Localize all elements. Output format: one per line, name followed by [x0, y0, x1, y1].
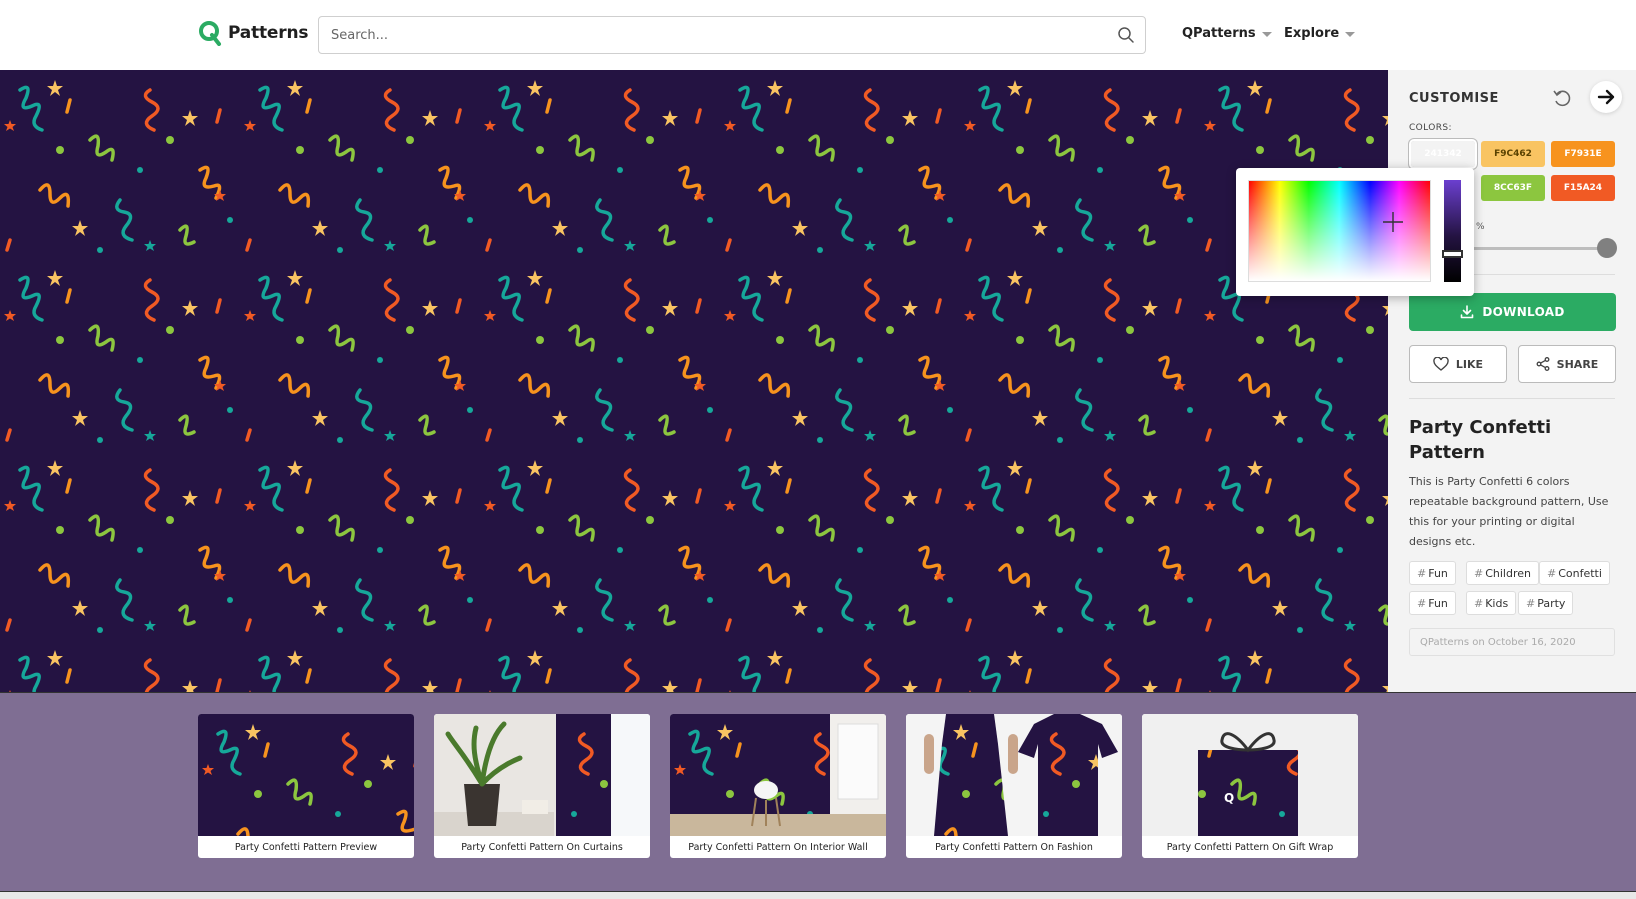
divider	[1409, 398, 1615, 399]
swatch-hex: F15A24	[1563, 183, 1603, 193]
search-input[interactable]	[331, 17, 1091, 53]
share-icon	[1536, 357, 1550, 371]
mockup-caption: Party Confetti Pattern On Fashion	[935, 841, 1093, 853]
hue-slider[interactable]	[1442, 180, 1463, 282]
site-logo[interactable]: Patterns	[198, 20, 308, 46]
tag-label: Fun	[1428, 566, 1448, 580]
search-icon[interactable]	[1117, 26, 1135, 44]
mockup-image	[670, 714, 886, 836]
logo-q-icon	[199, 21, 221, 46]
confetti-pattern-canvas	[0, 70, 1388, 692]
mockup-card-curtains[interactable]: Party Confetti Pattern On Curtains	[434, 714, 650, 858]
next-pattern-button[interactable]	[1590, 81, 1622, 113]
scale-label: %	[1476, 222, 1485, 232]
tag-fun[interactable]: # Fun	[1409, 561, 1456, 585]
top-header: Patterns QPatterns Explore	[0, 0, 1636, 70]
pattern-title: Party Confetti Pattern	[1409, 417, 1552, 463]
share-label: SHARE	[1556, 357, 1599, 371]
search-box	[318, 16, 1146, 54]
tag-label: Kids	[1485, 596, 1509, 610]
mockup-caption: Party Confetti Pattern On Curtains	[461, 841, 623, 853]
hue-slider-handle[interactable]	[1442, 250, 1463, 258]
mockup-image	[906, 714, 1122, 836]
chevron-down-icon	[1345, 32, 1356, 37]
tag-confetti[interactable]: # Confetti	[1539, 561, 1610, 585]
nav-qpatterns[interactable]: QPatterns	[1182, 26, 1272, 41]
mockup-card-interior-wall[interactable]: Party Confetti Pattern On Interior Wall	[670, 714, 886, 858]
nav-qpatterns-label: QPatterns	[1182, 26, 1256, 41]
mockup-card-preview[interactable]: Party Confetti Pattern Preview	[198, 714, 414, 858]
tag-label: Confetti	[1558, 566, 1602, 580]
undo-icon[interactable]	[1550, 86, 1574, 110]
swatch-hex: 8CC63F	[1493, 183, 1533, 193]
tag-label: Party	[1537, 596, 1566, 610]
tag-children[interactable]: # Children	[1466, 561, 1539, 585]
nav-explore-label: Explore	[1284, 26, 1340, 41]
color-swatch-1[interactable]: 241342	[1411, 141, 1475, 167]
heart-icon	[1433, 357, 1449, 371]
tag-label: Children	[1485, 566, 1531, 580]
chevron-down-icon	[1261, 32, 1272, 37]
like-button[interactable]: LIKE	[1409, 345, 1507, 383]
scale-slider-handle[interactable]	[1597, 238, 1617, 258]
share-button[interactable]: SHARE	[1518, 345, 1616, 383]
tag-fun[interactable]: # Fun	[1409, 591, 1456, 615]
svg-text:Q: Q	[1224, 791, 1234, 805]
saturation-field[interactable]	[1248, 180, 1431, 282]
pattern-preview	[0, 70, 1388, 692]
mockup-caption: Party Confetti Pattern On Interior Wall	[688, 841, 868, 853]
download-label: DOWNLOAD	[1482, 305, 1565, 319]
swatch-hex: F9C462	[1494, 149, 1532, 159]
mockup-caption: Party Confetti Pattern Preview	[234, 841, 378, 853]
tag-party[interactable]: # Party	[1518, 591, 1574, 615]
color-swatch-2[interactable]: F9C462	[1481, 141, 1545, 167]
mockup-image	[434, 714, 650, 836]
author-date: QPatterns on October 16, 2020	[1409, 628, 1615, 656]
download-icon	[1461, 305, 1474, 319]
colors-label: COLORS:	[1409, 123, 1452, 133]
arrow-right-icon	[1597, 89, 1615, 105]
color-swatch-3[interactable]: F7931E	[1551, 141, 1615, 167]
nav-explore[interactable]: Explore	[1284, 26, 1356, 41]
download-button[interactable]: DOWNLOAD	[1409, 293, 1616, 331]
mockup-card-fashion[interactable]: Party Confetti Pattern On Fashion	[906, 714, 1122, 858]
mockup-image: Q	[1142, 714, 1358, 836]
color-picker-popup	[1236, 168, 1474, 296]
swatch-hex: F7931E	[1564, 149, 1602, 159]
pattern-description: This is Party Confetti 6 colors repeatab…	[1409, 475, 1609, 548]
tag-kids[interactable]: # Kids	[1466, 591, 1517, 615]
customise-panel: CUSTOMISE COLORS: 241342 F9C462 F7931E 8…	[1388, 70, 1636, 692]
mockups-section: Party Confetti Pattern Preview Party Con…	[0, 692, 1636, 892]
swatch-hex: 241342	[1424, 149, 1462, 159]
mockup-card-gift-wrap[interactable]: Q Party Confetti Pattern On Gift Wrap	[1142, 714, 1358, 858]
color-swatch-4[interactable]: 8CC63F	[1481, 175, 1545, 201]
crosshair-icon	[1383, 212, 1403, 232]
tag-label: Fun	[1428, 596, 1448, 610]
mockup-caption: Party Confetti Pattern On Gift Wrap	[1166, 841, 1334, 853]
panel-title: CUSTOMISE	[1409, 91, 1499, 106]
like-label: LIKE	[1455, 357, 1484, 371]
logo-text: Patterns	[228, 23, 309, 43]
mockup-image	[198, 714, 414, 836]
footer-strip	[0, 892, 1636, 899]
color-swatch-5[interactable]: F15A24	[1551, 175, 1615, 201]
